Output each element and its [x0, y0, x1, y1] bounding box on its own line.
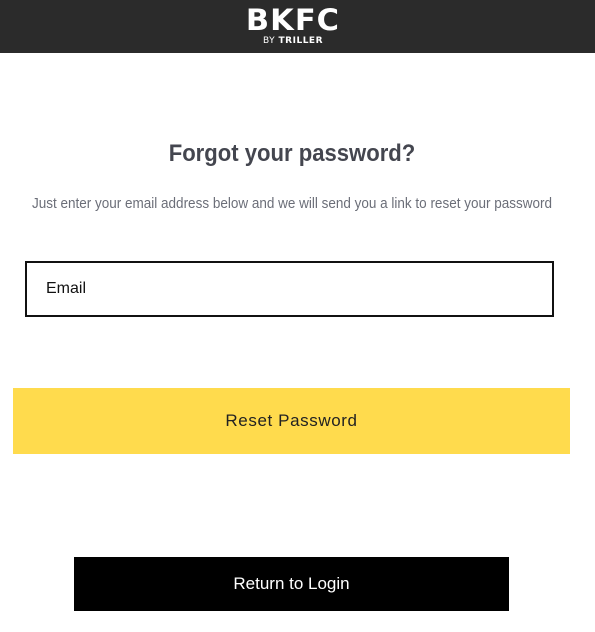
page-title: Forgot your password? [168, 140, 416, 167]
forgot-password-page: BKFC BY TRILLER Forgot your password? Ju… [0, 0, 595, 632]
reset-password-button[interactable]: Reset Password [13, 388, 570, 454]
bkfc-logo[interactable]: BKFC BY TRILLER [236, 5, 350, 49]
page-subtitle: Just enter your email address below and … [31, 195, 553, 212]
return-to-login-button[interactable]: Return to Login [74, 557, 509, 611]
email-field[interactable] [25, 261, 554, 317]
logo-tagline: BY TRILLER [236, 36, 350, 47]
logo-wordmark: BKFC [245, 3, 341, 37]
logo-tagline-brand: TRILLER [278, 36, 324, 46]
logo-tagline-prefix: BY [262, 36, 276, 46]
top-bar: BKFC BY TRILLER [0, 0, 595, 53]
email-input[interactable] [27, 263, 552, 315]
